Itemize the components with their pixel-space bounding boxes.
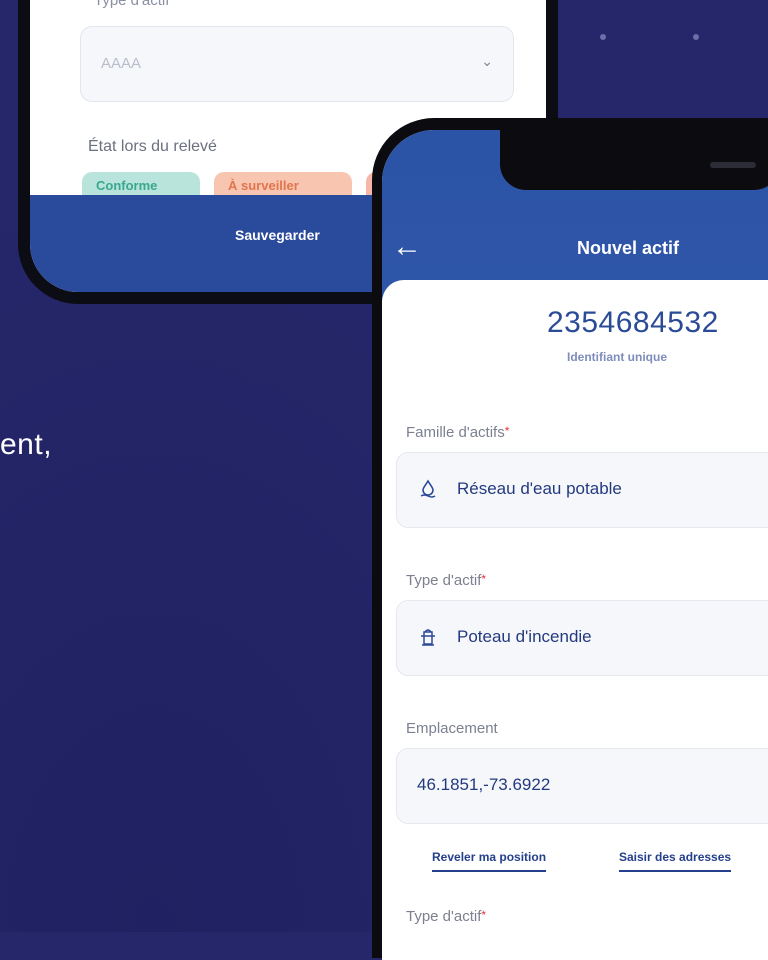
type-actif-label: Type d'actif* [406,572,487,589]
water-drop-icon [419,479,437,504]
front-phone: ← Nouvel actif 2354684532 Identifiant un… [372,118,768,960]
famille-label: Famille d'actifs* [406,424,510,441]
type-actif-value: Poteau d'incendie [457,627,592,646]
chevron-down-icon: ⌄ [481,53,493,69]
speaker [710,162,756,168]
required-mark: * [481,908,487,922]
required-mark: * [504,424,510,438]
marketing-text: ent, [0,428,53,461]
front-phone-screen: ← Nouvel actif 2354684532 Identifiant un… [382,130,768,960]
type-actif-value: AAAA [101,55,142,72]
etat-label: État lors du relevé [88,138,217,155]
decor-dot [600,34,606,40]
famille-select[interactable]: Réseau d'eau potable [396,452,768,528]
page-title: Nouvel actif [577,238,680,258]
famille-value: Réseau d'eau potable [457,479,622,498]
enter-addresses-link[interactable]: Saisir des adresses [619,850,732,872]
notch [500,130,768,190]
arrow-left-icon[interactable]: ← [392,232,422,262]
type-actif-select[interactable]: Poteau d'incendie [396,600,768,676]
fire-hydrant-icon [419,627,437,652]
emplacement-field[interactable]: 46.1851,-73.6922 [396,748,768,824]
required-mark: * [481,572,487,586]
reveal-position-link[interactable]: Reveler ma position [432,850,547,872]
decor-dot [693,34,699,40]
type-actif-label: Type d'actif [94,0,170,9]
type-actif-select[interactable]: AAAA ⌄ [80,26,514,102]
emplacement-label: Emplacement [406,720,498,737]
save-button[interactable]: Sauvegarder [235,227,320,243]
emplacement-value: 46.1851,-73.6922 [417,775,551,794]
unique-identifier: 2354684532 [547,306,719,339]
unique-identifier-label: Identifiant unique [567,350,667,364]
type-actif-label-2: Type d'actif* [406,908,487,925]
